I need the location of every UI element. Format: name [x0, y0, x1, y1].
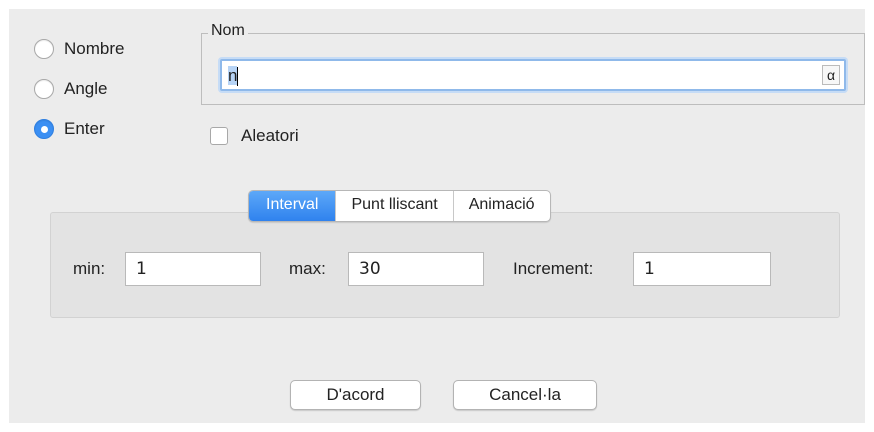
random-label: Aleatori [241, 126, 299, 145]
alpha-icon[interactable]: α [822, 65, 840, 85]
max-input[interactable]: 30 [348, 252, 484, 286]
min-input[interactable]: 1 [125, 252, 261, 286]
name-value: n [228, 66, 238, 85]
tab-bar: Interval Punt lliscant Animació [248, 190, 551, 222]
radio-button-icon[interactable] [34, 39, 54, 59]
text-caret [237, 67, 239, 87]
increment-label: Increment: [513, 259, 594, 278]
increment-input[interactable]: 1 [633, 252, 771, 286]
max-label: max: [289, 259, 326, 278]
tab-animacio[interactable]: Animació [452, 191, 550, 221]
tab-punt-lliscant[interactable]: Punt lliscant [335, 191, 452, 221]
radio-label: Angle [64, 79, 108, 98]
name-legend: Nom [208, 22, 248, 40]
random-checkbox-row[interactable]: Aleatori [210, 126, 299, 146]
name-input[interactable]: n α [220, 59, 846, 91]
radio-button-selected-icon[interactable] [34, 119, 54, 139]
radio-button-icon[interactable] [34, 79, 54, 99]
radio-nombre[interactable]: Nombre [34, 39, 124, 59]
tab-interval[interactable]: Interval [249, 191, 336, 221]
radio-label: Nombre [64, 39, 125, 58]
radio-enter[interactable]: Enter [34, 119, 105, 139]
radio-angle[interactable]: Angle [34, 79, 107, 99]
cancel-button[interactable]: Cancel·la [453, 380, 597, 410]
radio-label: Enter [64, 119, 105, 138]
min-label: min: [73, 259, 106, 278]
random-checkbox[interactable] [210, 127, 228, 145]
ok-button[interactable]: D'acord [290, 380, 421, 410]
